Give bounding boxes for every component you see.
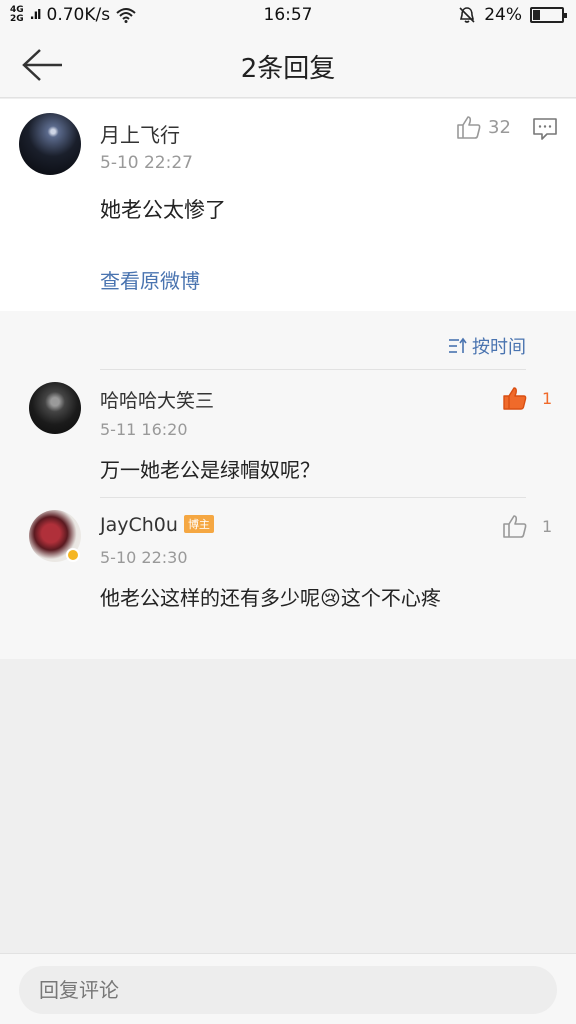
- header: 2条回复: [0, 32, 576, 98]
- mute-bell-icon: [459, 7, 475, 23]
- divider: [100, 369, 526, 370]
- reply-time: 5-10 22:30: [100, 548, 188, 567]
- like-count: 32: [488, 116, 511, 138]
- comment-username[interactable]: 月上飞行: [100, 119, 180, 148]
- verified-badge-icon: [66, 548, 80, 562]
- replies-section: 按时间 哈哈哈大笑三 5-11 16:20 万一她老公是绿帽奴呢？ 1 JayC…: [0, 311, 576, 659]
- status-bar: 4G 2G .ıl 0.70K/s 16:57 24%: [0, 0, 576, 32]
- page-title: 2条回复: [240, 54, 336, 84]
- view-original-link[interactable]: 查看原微博: [100, 265, 200, 294]
- like-count: 1: [542, 516, 553, 536]
- main-comment: 月上飞行 5-10 22:27 她老公太惨了 32 查看原微博: [0, 99, 576, 311]
- reply-text: 他老公这样的还有多少呢😢这个不心疼: [100, 586, 441, 610]
- author-badge: 博主: [183, 515, 214, 533]
- comment-bubble-icon[interactable]: [532, 117, 558, 141]
- avatar[interactable]: [19, 113, 81, 175]
- battery-percent: 24%: [484, 5, 522, 25]
- reply-text: 万一她老公是绿帽奴呢？: [100, 458, 320, 482]
- reply-bar: [0, 953, 576, 1024]
- like-count: 1: [542, 388, 553, 408]
- sort-icon: [449, 337, 467, 353]
- like-button[interactable]: 1: [502, 386, 552, 410]
- sort-button[interactable]: 按时间: [448, 333, 526, 359]
- comment-time: 5-10 22:27: [100, 153, 193, 173]
- reply-username[interactable]: JayCh0u 博主: [100, 514, 214, 536]
- like-button[interactable]: 32: [456, 115, 511, 139]
- list-item: JayCh0u 博主 5-10 22:30 他老公这样的还有多少呢😢这个不心疼 1: [0, 510, 576, 620]
- like-button[interactable]: 1: [502, 514, 552, 538]
- reply-username-text: JayCh0u: [100, 514, 178, 536]
- thumbs-up-filled-icon: [503, 387, 527, 410]
- sort-label: 按时间: [472, 337, 526, 358]
- list-item: 哈哈哈大笑三 5-11 16:20 万一她老公是绿帽奴呢？ 1: [0, 382, 576, 492]
- reply-username[interactable]: 哈哈哈大笑三: [100, 386, 214, 413]
- avatar[interactable]: [29, 382, 81, 434]
- thumbs-up-icon: [503, 515, 527, 538]
- divider: [100, 497, 526, 498]
- comment-text: 她老公太惨了: [100, 198, 226, 222]
- status-right: 24%: [458, 5, 567, 25]
- battery-icon: [530, 7, 567, 23]
- reply-time: 5-11 16:20: [100, 420, 188, 439]
- battery-fill: [533, 10, 540, 20]
- reply-input[interactable]: [19, 966, 557, 1014]
- thumbs-up-icon: [457, 116, 481, 139]
